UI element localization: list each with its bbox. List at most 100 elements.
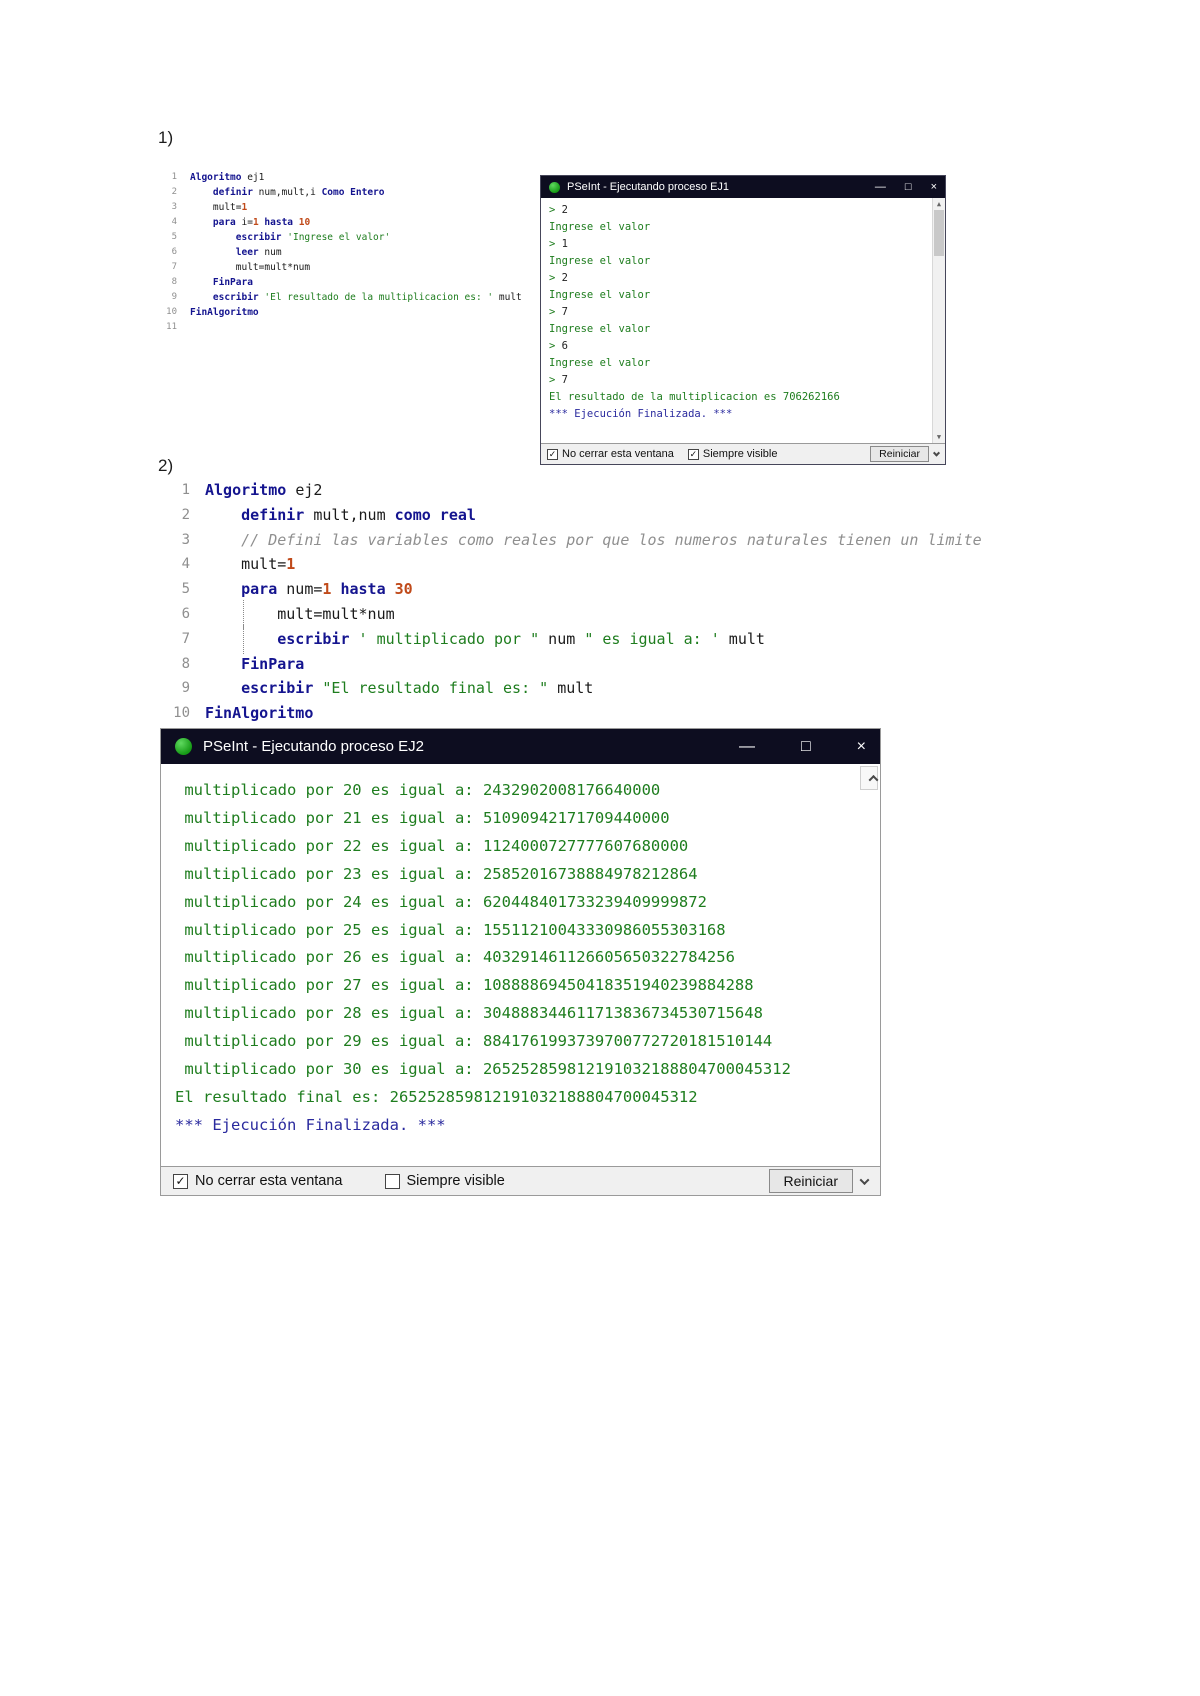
pseint-editor-ej2: 1 Algoritmo ej2 2 definir mult,num como re… (164, 478, 982, 726)
scrollbar[interactable] (860, 766, 878, 790)
checkbox-label: Siempre visible (702, 448, 778, 460)
console-line: multiplicado por 28 es igual a: 30488834… (175, 1004, 763, 1023)
section-1-label: 1) (158, 128, 174, 147)
title-bar[interactable]: PSeInt - Ejecutando proceso EJ1 — □ × (541, 176, 945, 198)
chevron-down-icon[interactable] (859, 1174, 870, 1185)
no-close-checkbox[interactable]: ✓ No cerrar esta ventana (173, 1173, 343, 1189)
checkbox-label: No cerrar esta ventana (562, 448, 674, 460)
title-bar[interactable]: PSeInt - Ejecutando proceso EJ2 — □ × (161, 729, 880, 764)
minimize-button[interactable]: — (875, 181, 886, 193)
checkmark-icon: ✓ (175, 1174, 186, 1188)
line-number: 1 (171, 172, 177, 182)
console-line: El resultado de la multiplicacion es 706… (549, 391, 840, 403)
console-line: Ingrese el valor (549, 255, 651, 267)
line-number: 4 (181, 556, 190, 573)
pseint-editor-ej1: 1 Algoritmo ej1 2 definir num,mult,i Como … (160, 170, 522, 335)
line-number: 9 (171, 292, 177, 302)
line-number: 3 (171, 202, 177, 212)
console-line: > 1 (549, 238, 568, 250)
checkmark-icon: ✓ (689, 448, 698, 459)
line-number: 5 (171, 232, 177, 242)
code-line: 10 FinAlgoritmo (160, 305, 522, 320)
checkbox-label: Siempre visible (406, 1173, 505, 1189)
pseint-logo-icon (549, 181, 560, 193)
always-visible-checkbox[interactable]: Siempre visible (384, 1173, 505, 1189)
console-line: > 7 (549, 306, 568, 318)
restart-button[interactable]: Reiniciar (870, 446, 929, 462)
no-close-checkbox[interactable]: ✓ No cerrar esta ventana (547, 448, 674, 460)
section-2-label: 2) (158, 456, 174, 475)
code-line: 8 FinPara (160, 275, 522, 290)
console-footer: ✓ No cerrar esta ventana Siempre visible… (161, 1166, 880, 1195)
code-line: 7 escribir ' multiplicado por " num " es… (164, 624, 982, 654)
scroll-up-icon[interactable] (868, 774, 878, 785)
checkbox-label: No cerrar esta ventana (195, 1173, 343, 1189)
console-output-area: multiplicado por 20 es igual a: 24329020… (161, 764, 880, 1166)
window-title: PSeInt - Ejecutando proceso EJ2 (203, 738, 424, 755)
window-title: PSeInt - Ejecutando proceso EJ1 (567, 181, 730, 193)
code-line: 9 escribir 'El resultado de la multiplic… (160, 290, 522, 305)
console-line: multiplicado por 29 es igual a: 88417619… (175, 1032, 773, 1051)
console-footer: ✓ No cerrar esta ventana ✓ Siempre visib… (541, 443, 945, 464)
always-visible-checkbox[interactable]: ✓ Siempre visible (687, 448, 778, 460)
scrollbar[interactable]: ▲ ▼ (932, 198, 945, 443)
line-number: 7 (171, 262, 177, 272)
line-number: 8 (181, 655, 190, 672)
maximize-button[interactable]: □ (905, 181, 912, 193)
console-line: multiplicado por 20 es igual a: 24329020… (175, 781, 661, 799)
line-number: 11 (166, 322, 177, 332)
close-button[interactable]: × (857, 738, 866, 756)
code-line: 10 FinAlgoritmo (164, 701, 982, 726)
restart-button[interactable]: Reiniciar (768, 1169, 853, 1193)
code-line: 11 (160, 320, 522, 335)
code-line: 2 definir num,mult,i Como Entero (160, 185, 522, 200)
minimize-button[interactable]: — (739, 738, 755, 756)
line-number: 6 (181, 605, 190, 622)
execution-window-ej2: PSeInt - Ejecutando proceso EJ2 — □ × mu… (160, 728, 881, 1196)
line-number: 9 (181, 680, 190, 697)
code-line: 4 mult=1 (164, 552, 982, 577)
line-number: 2 (181, 506, 190, 523)
pseint-logo-icon (175, 738, 192, 755)
chevron-down-icon[interactable] (932, 449, 941, 457)
scroll-down-icon[interactable]: ▼ (933, 432, 945, 442)
console-line: multiplicado por 23 es igual a: 25852016… (175, 864, 698, 883)
checkbox-box: ✓ (687, 448, 699, 460)
console-line: > 7 (549, 374, 568, 386)
line-number: 10 (173, 705, 190, 722)
code-line: 5 para num=1 hasta 30 (164, 577, 982, 602)
checkbox-box (384, 1173, 400, 1189)
checkbox-box: ✓ (173, 1173, 188, 1189)
line-number: 8 (171, 277, 177, 287)
scroll-thumb[interactable] (934, 210, 944, 256)
maximize-button[interactable]: □ (801, 738, 811, 756)
checkmark-icon: ✓ (548, 448, 557, 459)
line-number: 5 (181, 581, 190, 598)
code-line: 6 leer num (160, 245, 522, 260)
code-line: 1 Algoritmo ej1 (160, 170, 522, 185)
code-line: 4 para i=1 hasta 10 (160, 215, 522, 230)
console-line: multiplicado por 26 es igual a: 40329146… (175, 948, 735, 967)
console-line: Ingrese el valor (549, 289, 651, 301)
line-number: 6 (171, 247, 177, 257)
line-number: 3 (181, 531, 190, 548)
line-number: 2 (171, 187, 177, 197)
execution-window-ej1: PSeInt - Ejecutando proceso EJ1 — □ × > … (540, 175, 946, 465)
console-line: Ingrese el valor (549, 221, 651, 233)
code-line: 5 escribir 'Ingrese el valor' (160, 230, 522, 245)
console-line: multiplicado por 30 es igual a: 26525285… (175, 1060, 791, 1079)
code-line: 7 mult=mult*num (160, 260, 522, 275)
code-line: 9 escribir "El resultado final es: " mul… (164, 676, 982, 701)
console-line: Ingrese el valor (549, 323, 651, 335)
console-line: multiplicado por 21 es igual a: 51090942… (175, 808, 670, 827)
line-number: 10 (166, 307, 177, 317)
code-line: 1 Algoritmo ej2 (164, 478, 982, 503)
scroll-up-icon[interactable]: ▲ (933, 199, 945, 209)
line-number: 4 (171, 217, 177, 227)
code-line: 8 FinPara (164, 652, 982, 677)
code-line: 2 definir mult,num como real (164, 503, 982, 528)
console-line: multiplicado por 25 es igual a: 15511210… (175, 920, 726, 939)
code-line: 6 mult=mult*num (164, 600, 982, 629)
line-number: 1 (181, 482, 190, 498)
close-button[interactable]: × (931, 181, 937, 193)
